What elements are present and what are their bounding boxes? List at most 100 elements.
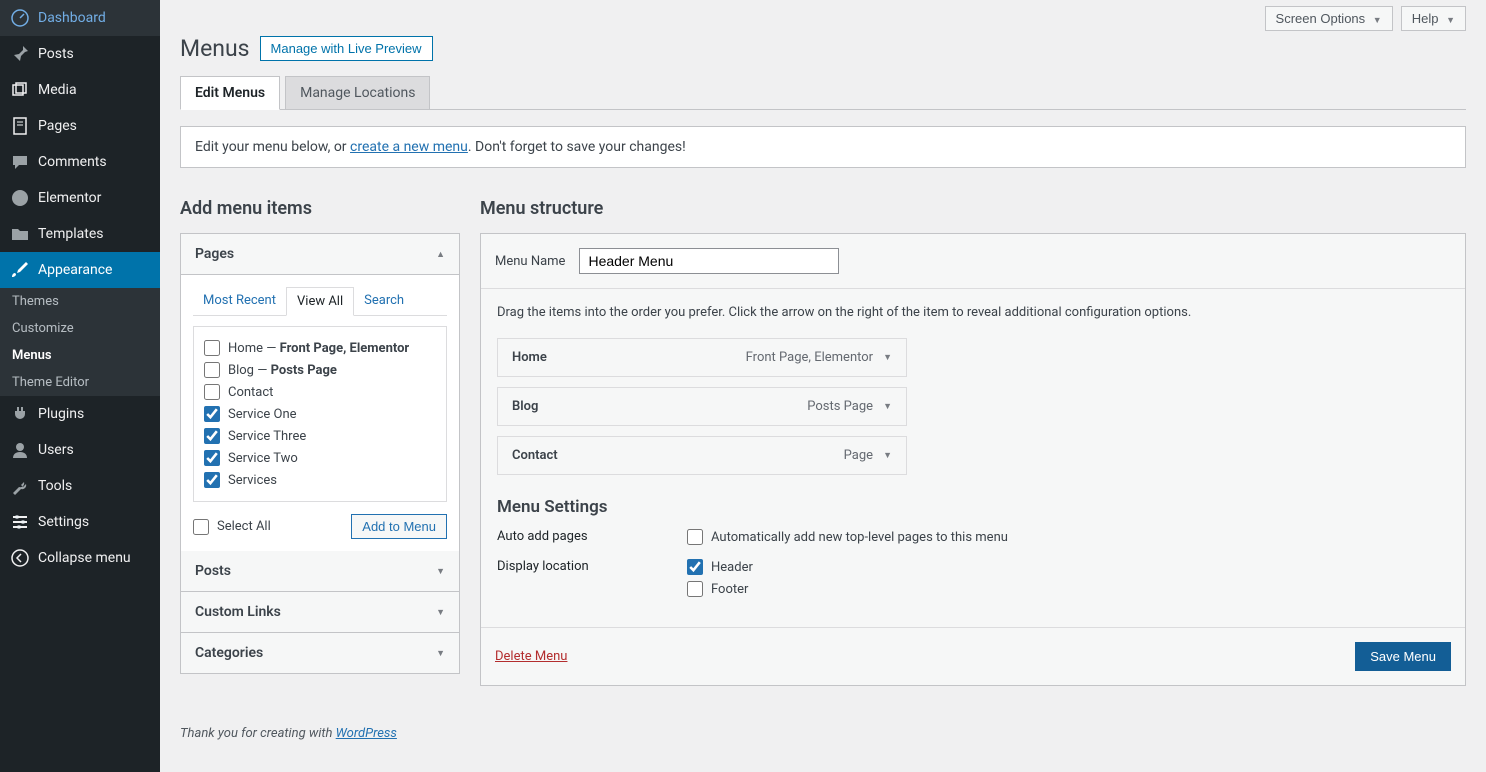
sidebar-sub-theme-editor[interactable]: Theme Editor: [0, 369, 160, 396]
accordion-custom-links[interactable]: Custom Links▼: [181, 591, 459, 632]
sidebar-label: Appearance: [38, 262, 112, 278]
sidebar-item-dashboard[interactable]: Dashboard: [0, 0, 160, 36]
sidebar-item-templates[interactable]: Templates: [0, 216, 160, 252]
chevron-down-icon: ▼: [436, 607, 445, 618]
create-menu-link[interactable]: create a new menu: [350, 139, 468, 155]
sidebar-item-plugins[interactable]: Plugins: [0, 396, 160, 432]
main-content: Screen Options ▼ Help ▼ Menus Manage wit…: [160, 0, 1486, 772]
page-checkbox[interactable]: [204, 384, 220, 400]
page-icon: [10, 116, 30, 136]
menu-name-label: Menu Name: [495, 254, 565, 269]
sidebar-label: Users: [38, 442, 74, 458]
sidebar-submenu: Themes Customize Menus Theme Editor: [0, 288, 160, 396]
sidebar-item-users[interactable]: Users: [0, 432, 160, 468]
accordion-posts[interactable]: Posts▼: [181, 551, 459, 591]
user-icon: [10, 440, 30, 460]
sidebar-item-tools[interactable]: Tools: [0, 468, 160, 504]
sidebar-item-settings[interactable]: Settings: [0, 504, 160, 540]
select-all-checkbox[interactable]: [193, 519, 209, 535]
chevron-down-icon: ▼: [1446, 15, 1455, 25]
live-preview-button[interactable]: Manage with Live Preview: [260, 36, 433, 61]
page-checkbox[interactable]: [204, 450, 220, 466]
menu-item[interactable]: BlogPosts Page ▼: [497, 387, 907, 426]
sidebar-item-pages[interactable]: Pages: [0, 108, 160, 144]
pin-icon: [10, 44, 30, 64]
chevron-down-icon: ▼: [436, 648, 445, 659]
chevron-down-icon[interactable]: ▼: [883, 450, 892, 461]
chevron-down-icon: ▼: [1373, 15, 1382, 25]
location-footer-label: Footer: [711, 582, 748, 597]
tab-view-all[interactable]: View All: [286, 287, 354, 316]
auto-add-label: Auto add pages: [497, 529, 687, 551]
sidebar-item-media[interactable]: Media: [0, 72, 160, 108]
display-location-label: Display location: [497, 559, 687, 603]
add-to-menu-button[interactable]: Add to Menu: [351, 514, 447, 539]
sidebar-sub-menus[interactable]: Menus: [0, 342, 160, 369]
media-icon: [10, 80, 30, 100]
auto-add-checkbox[interactable]: [687, 529, 703, 545]
dashboard-icon: [10, 8, 30, 28]
page-check-row[interactable]: Service One: [204, 403, 436, 425]
page-check-row[interactable]: Blog — Posts Page: [204, 359, 436, 381]
location-footer-checkbox[interactable]: [687, 581, 703, 597]
tab-manage-locations[interactable]: Manage Locations: [285, 76, 430, 109]
menu-settings-heading: Menu Settings: [497, 497, 1449, 517]
tab-search[interactable]: Search: [354, 287, 414, 315]
menu-item[interactable]: ContactPage ▼: [497, 436, 907, 475]
chevron-down-icon[interactable]: ▼: [883, 352, 892, 363]
sidebar-sub-customize[interactable]: Customize: [0, 315, 160, 342]
page-item-label: Services: [228, 473, 277, 488]
tab-most-recent[interactable]: Most Recent: [193, 287, 286, 315]
elementor-icon: [10, 188, 30, 208]
menu-item[interactable]: HomeFront Page, Elementor ▼: [497, 338, 907, 377]
sidebar-sub-themes[interactable]: Themes: [0, 288, 160, 315]
sidebar-label: Templates: [38, 226, 104, 242]
sidebar-item-comments[interactable]: Comments: [0, 144, 160, 180]
location-header-checkbox[interactable]: [687, 559, 703, 575]
menu-item-type: Front Page, Elementor ▼: [746, 350, 892, 365]
page-check-row[interactable]: Service Two: [204, 447, 436, 469]
info-notice: Edit your menu below, or create a new me…: [180, 126, 1466, 168]
select-all-label[interactable]: Select All: [193, 519, 271, 535]
sidebar-label: Elementor: [38, 190, 101, 206]
sidebar-item-posts[interactable]: Posts: [0, 36, 160, 72]
menu-name-input[interactable]: [579, 248, 839, 274]
page-checkbox[interactable]: [204, 340, 220, 356]
accordion-pages[interactable]: Pages▲: [181, 234, 459, 275]
comment-icon: [10, 152, 30, 172]
chevron-down-icon: ▼: [436, 566, 445, 577]
footer-credit: Thank you for creating with WordPress: [180, 726, 1466, 741]
page-item-label: Service One: [228, 407, 297, 422]
page-check-row[interactable]: Services: [204, 469, 436, 491]
delete-menu-link[interactable]: Delete Menu: [495, 649, 567, 664]
sidebar-item-appearance[interactable]: Appearance: [0, 252, 160, 288]
plug-icon: [10, 404, 30, 424]
screen-options-button[interactable]: Screen Options ▼: [1265, 6, 1393, 31]
page-checkbox[interactable]: [204, 406, 220, 422]
page-check-row[interactable]: Contact: [204, 381, 436, 403]
auto-add-option-label: Automatically add new top-level pages to…: [711, 530, 1008, 545]
page-check-row[interactable]: Home — Front Page, Elementor: [204, 337, 436, 359]
save-menu-button[interactable]: Save Menu: [1355, 642, 1451, 671]
page-item-label: Service Three: [228, 429, 306, 444]
sidebar-item-elementor[interactable]: Elementor: [0, 180, 160, 216]
page-item-label: Service Two: [228, 451, 298, 466]
sidebar-label: Plugins: [38, 406, 84, 422]
page-checkbox[interactable]: [204, 472, 220, 488]
chevron-down-icon[interactable]: ▼: [883, 401, 892, 412]
sliders-icon: [10, 512, 30, 532]
page-checkbox[interactable]: [204, 362, 220, 378]
help-button[interactable]: Help ▼: [1401, 6, 1466, 31]
brush-icon: [10, 260, 30, 280]
folder-icon: [10, 224, 30, 244]
wordpress-link[interactable]: WordPress: [336, 726, 397, 741]
page-checkbox[interactable]: [204, 428, 220, 444]
instructions-text: Drag the items into the order you prefer…: [497, 305, 1449, 320]
tab-edit-menus[interactable]: Edit Menus: [180, 76, 280, 110]
page-item-label: Contact: [228, 385, 273, 400]
chevron-up-icon: ▲: [436, 249, 445, 260]
sidebar-item-collapse[interactable]: Collapse menu: [0, 540, 160, 576]
sidebar-label: Comments: [38, 154, 107, 170]
accordion-categories[interactable]: Categories▼: [181, 632, 459, 673]
page-check-row[interactable]: Service Three: [204, 425, 436, 447]
